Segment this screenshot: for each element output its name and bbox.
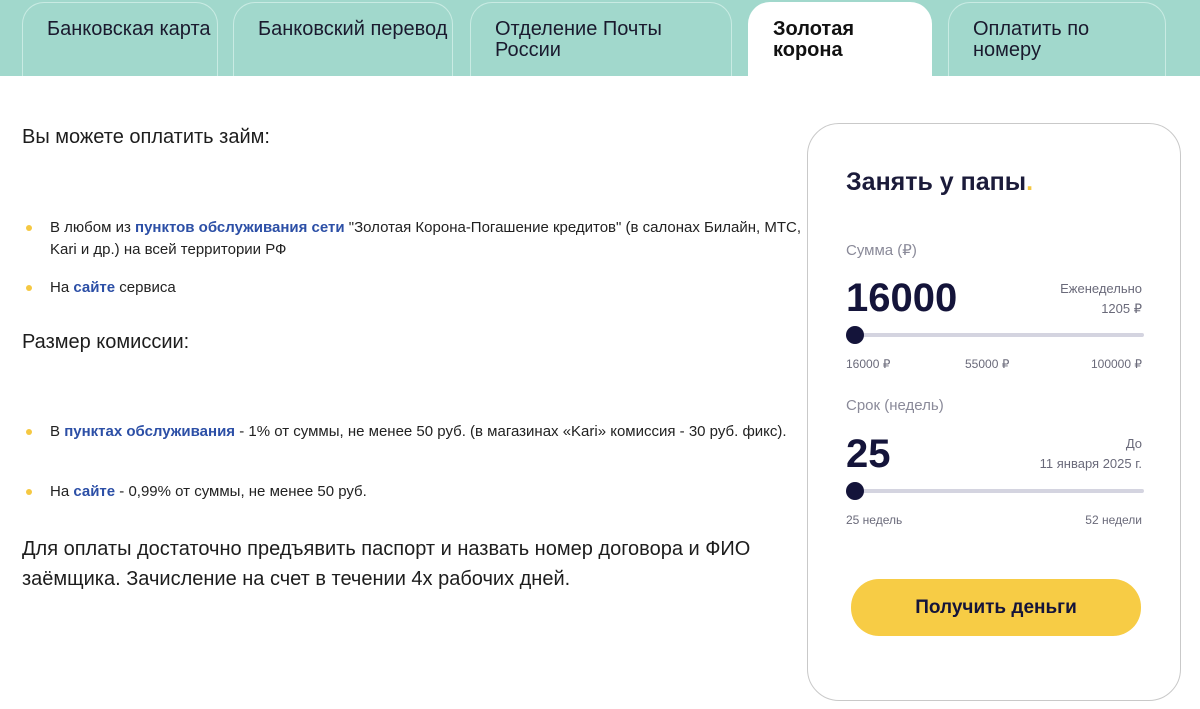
tab-pay-by-number[interactable]: Оплатить по номеру (948, 2, 1166, 76)
bullet-dot-icon (26, 429, 32, 435)
until-label: До (1125, 436, 1142, 451)
tabs-bar: Банковская карта Банковский перевод Отде… (0, 0, 1200, 76)
until-date: 11 января 2025 г. (1039, 456, 1142, 471)
payment-instructions: Для оплаты достаточно предъявить паспорт… (22, 538, 751, 590)
get-money-button[interactable]: Получить деньги (851, 579, 1141, 636)
tab-russian-post[interactable]: Отделение Почты России (470, 2, 732, 76)
bullet-dot-icon (26, 489, 32, 495)
sum-scale-min: 16000 ₽ (846, 357, 891, 371)
term-scale-min: 25 недель (846, 513, 903, 527)
pay-heading: Вы можете оплатить займ: (22, 126, 270, 148)
weekly-label: Еженедельно (1060, 281, 1142, 296)
term-value: 25 (846, 432, 891, 476)
commission-heading: Размер комиссии: (22, 331, 190, 353)
site-link[interactable]: сайте (73, 483, 115, 500)
tab-golden-crown[interactable]: Золотая корона (748, 2, 932, 76)
tab-label: Отделение Почты России (495, 18, 662, 61)
tab-label: Оплатить по номеру (973, 18, 1090, 61)
weekly-value: 1205 ₽ (1101, 301, 1142, 316)
sum-label: Сумма (₽) (846, 242, 917, 259)
bullet-dot-icon (26, 225, 32, 231)
tab-label: Банковский перевод (258, 18, 448, 40)
tab-bank-card[interactable]: Банковская карта (22, 2, 218, 76)
sum-scale-max: 100000 ₽ (1090, 357, 1142, 371)
sum-value: 16000 (846, 276, 958, 320)
calculator-title: Занять у папы. (846, 168, 1034, 196)
sum-slider-track[interactable] (846, 333, 1144, 337)
list-item: В любом из пунктов обслуживания сети "Зо… (26, 217, 806, 261)
service-points-link[interactable]: пунктов обслуживания сети (135, 219, 345, 236)
bullet-dot-icon (26, 285, 32, 291)
list-item: На сайте сервиса (26, 277, 806, 299)
sum-scale-mid: 55000 ₽ (965, 357, 1010, 371)
site-link[interactable]: сайте (73, 279, 115, 296)
tab-bank-transfer[interactable]: Банковский перевод (233, 2, 453, 76)
term-slider-track[interactable] (846, 489, 1144, 493)
term-until: До 11 января 2025 г. (1040, 434, 1142, 474)
service-points-link[interactable]: пунктах обслуживания (64, 423, 235, 440)
list-item: В пунктах обслуживания - 1% от суммы, не… (26, 421, 806, 443)
term-slider-handle[interactable] (846, 482, 864, 500)
title-accent-dot: . (1026, 168, 1034, 196)
tab-label: Золотая корона (773, 18, 854, 61)
tab-label: Банковская карта (47, 18, 211, 40)
term-label: Срок (недель) (846, 397, 944, 414)
weekly-payment: Еженедельно 1205 ₽ (1060, 279, 1142, 319)
term-scale-max: 52 недели (1085, 513, 1142, 527)
sum-slider-handle[interactable] (846, 326, 864, 344)
list-item: На сайте - 0,99% от суммы, не менее 50 р… (26, 481, 806, 503)
loan-calculator-card: Занять у папы. Сумма (₽) 16000 Еженедель… (807, 123, 1181, 701)
